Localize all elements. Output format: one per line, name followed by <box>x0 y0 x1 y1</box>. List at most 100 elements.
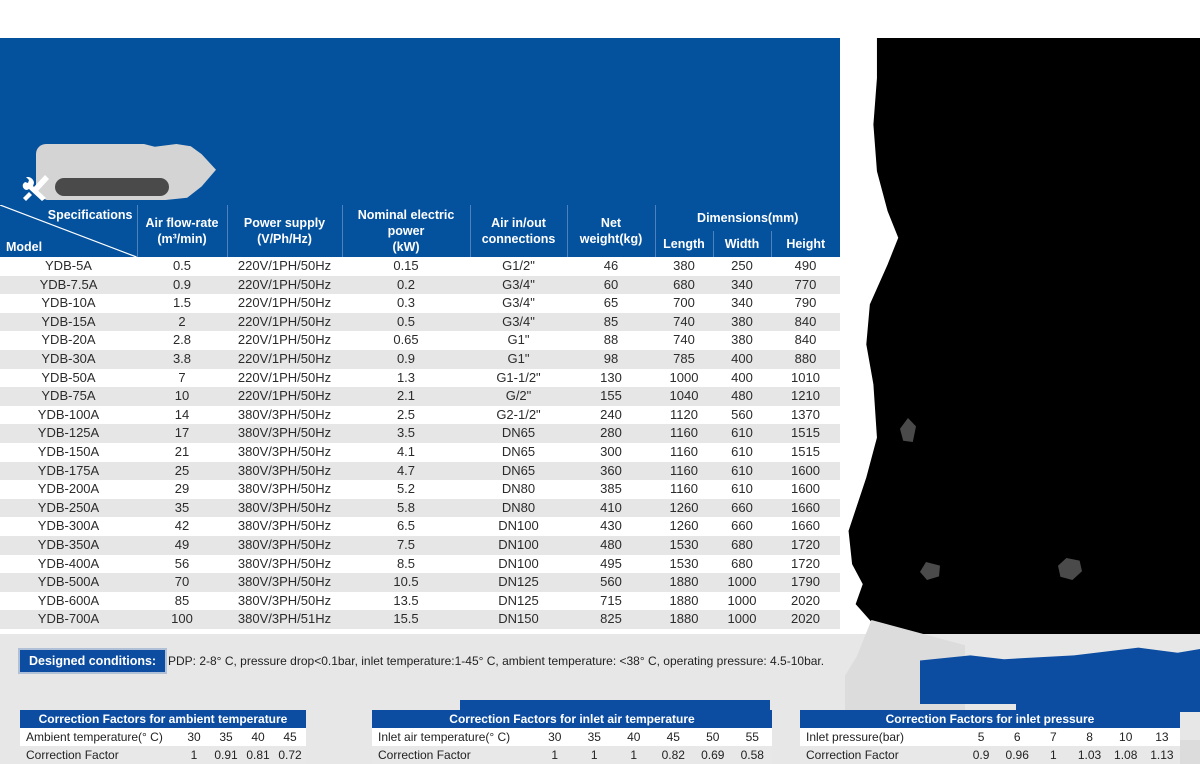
table-row: YDB-600A 85 380V/3PH/50Hz 13.5 DN125 715 1880 1… <box>0 591 841 611</box>
correction-input-value: 45 <box>653 728 693 746</box>
cell-value: 1530 <box>655 554 713 574</box>
cell-value: 0.15 <box>342 257 470 276</box>
cell-value: 3.8 <box>137 349 227 369</box>
cell-value: 480 <box>567 535 655 555</box>
cell-value: 98 <box>567 349 655 369</box>
cell-value: G3/4" <box>470 275 567 295</box>
correction-input-value: 50 <box>693 728 733 746</box>
cell-value: DN125 <box>470 573 567 592</box>
correction-factors-ambient-temperature: Correction Factors for ambient temperatu… <box>20 710 306 764</box>
spec-table-head: Specifications Model Air flow-rate (m³/m… <box>0 205 841 257</box>
correction-table: Ambient temperature(° C) 30 35 40 45 Correcti… <box>20 728 306 764</box>
cell-value: 2 <box>137 312 227 332</box>
cell-value: 4.7 <box>342 461 470 481</box>
correction-factor-value: 1 <box>178 746 210 764</box>
cell-model: YDB-50A <box>0 368 137 388</box>
cell-value: 1260 <box>655 517 713 536</box>
cell-value: 340 <box>713 294 771 313</box>
table-row: YDB-700A 100 380V/3PH/51Hz 15.5 DN150 825 1880… <box>0 610 841 629</box>
cell-value: 840 <box>771 312 841 332</box>
correction-factor-value: 1.08 <box>1107 746 1144 764</box>
correction-row-label: Inlet air temperature(° C) <box>372 728 535 746</box>
correction-row-label: Correction Factor <box>372 746 535 764</box>
cell-value: 0.65 <box>342 331 470 350</box>
header-nominal-electric-power: Nominal electric power (kW) <box>341 205 470 257</box>
cell-value: 1000 <box>713 573 771 592</box>
header-dimension-height: Height <box>770 231 841 257</box>
cell-value: 85 <box>567 312 655 332</box>
correction-input-value: 40 <box>614 728 654 746</box>
cell-value: 220V/1PH/50Hz <box>227 294 342 313</box>
cell-value: 840 <box>771 331 841 350</box>
specifications-table: Specifications Model Air flow-rate (m³/m… <box>0 205 841 629</box>
correction-row-label: Ambient temperature(° C) <box>20 728 178 746</box>
cell-value: 1160 <box>655 461 713 481</box>
correction-table: Inlet pressure(bar) 5 6 7 8 10 13 Correction Fa… <box>800 728 1180 764</box>
tools-wrench-screwdriver-icon <box>22 175 49 201</box>
cell-value: 8.5 <box>342 554 470 574</box>
cell-value: 0.5 <box>137 257 227 276</box>
cell-value: 70 <box>137 573 227 592</box>
cell-value: 560 <box>567 573 655 592</box>
table-row: YDB-20A 2.8 220V/1PH/50Hz 0.65 G1" 88 740 380 84… <box>0 331 841 350</box>
correction-factor-value: 1 <box>1035 746 1072 764</box>
header-air-flow-rate: Air flow-rate (m³/min) <box>136 205 227 257</box>
cell-value: 380V/3PH/50Hz <box>227 498 342 518</box>
cell-value: G/2" <box>470 387 567 406</box>
cell-value: 380 <box>713 312 771 332</box>
corner-model-label: Model <box>6 240 43 254</box>
header-dimension-width: Width <box>712 231 771 257</box>
cell-value: 1370 <box>771 405 841 425</box>
cell-value: 715 <box>567 591 655 611</box>
table-row: YDB-175A 25 380V/3PH/50Hz 4.7 DN65 360 1160 610… <box>0 461 841 481</box>
cell-value: 10 <box>137 387 227 406</box>
correction-factor-value: 0.9 <box>963 746 1000 764</box>
header-line2: connections <box>481 232 556 246</box>
designed-conditions-text: PDP: 2-8° C, pressure drop<0.1bar, inlet… <box>168 654 825 668</box>
cell-model: YDB-125A <box>0 424 137 443</box>
correction-table-title: Correction Factors for inlet pressure <box>800 710 1180 728</box>
cell-value: 1.5 <box>137 294 227 313</box>
correction-input-value: 7 <box>1035 728 1072 746</box>
cell-value: 380V/3PH/50Hz <box>227 424 342 443</box>
correction-input-value: 30 <box>178 728 210 746</box>
correction-factor-value: 1 <box>614 746 654 764</box>
cell-value: 13.5 <box>342 591 470 611</box>
cell-value: 680 <box>655 275 713 295</box>
corner-header-cell: Specifications Model <box>0 205 137 257</box>
table-row: YDB-10A 1.5 220V/1PH/50Hz 0.3 G3/4" 65 700 340 7… <box>0 294 841 313</box>
cell-value: 2.1 <box>342 387 470 406</box>
cell-value: 1210 <box>771 387 841 406</box>
cell-value: G1-1/2" <box>470 368 567 388</box>
cell-value: 2.8 <box>137 331 227 350</box>
cell-value: 410 <box>567 498 655 518</box>
cell-value: 250 <box>713 257 771 276</box>
correction-input-value: 35 <box>210 728 242 746</box>
correction-table-title: Correction Factors for inlet air tempera… <box>372 710 772 728</box>
cell-value: 1120 <box>655 405 713 425</box>
correction-factor-value: 1 <box>535 746 575 764</box>
spec-table-body: YDB-5A 0.5 220V/1PH/50Hz 0.15 G1/2" 46 380 250 4… <box>0 257 841 629</box>
header-line1: Nominal electric power <box>357 208 455 238</box>
cell-value: 1880 <box>655 573 713 592</box>
cell-value: 2.5 <box>342 405 470 425</box>
cell-value: 1530 <box>655 535 713 555</box>
correction-input-value: 13 <box>1143 728 1180 746</box>
correction-input-value: 10 <box>1107 728 1144 746</box>
cell-model: YDB-250A <box>0 498 137 518</box>
product-image-silhouette <box>848 38 1200 704</box>
cell-value: 35 <box>137 498 227 518</box>
cell-value: G2-1/2" <box>470 405 567 425</box>
correction-table-row: Correction Factor 1 1 1 0.82 0.69 0.58 <box>372 746 772 764</box>
cell-value: 1040 <box>655 387 713 406</box>
table-row: YDB-500A 70 380V/3PH/50Hz 10.5 DN125 560 1880 1… <box>0 573 841 592</box>
cell-value: 495 <box>567 554 655 574</box>
cell-value: DN100 <box>470 554 567 574</box>
header-line1: Net weight(kg) <box>579 216 643 246</box>
header-dimensions-group: Dimensions(mm) <box>654 205 841 231</box>
header-net-weight: Net weight(kg) <box>566 205 655 257</box>
cell-value: 29 <box>137 480 227 499</box>
cell-value: 21 <box>137 442 227 462</box>
cell-value: 220V/1PH/50Hz <box>227 349 342 369</box>
header-line2: (V/Ph/Hz) <box>257 232 312 246</box>
